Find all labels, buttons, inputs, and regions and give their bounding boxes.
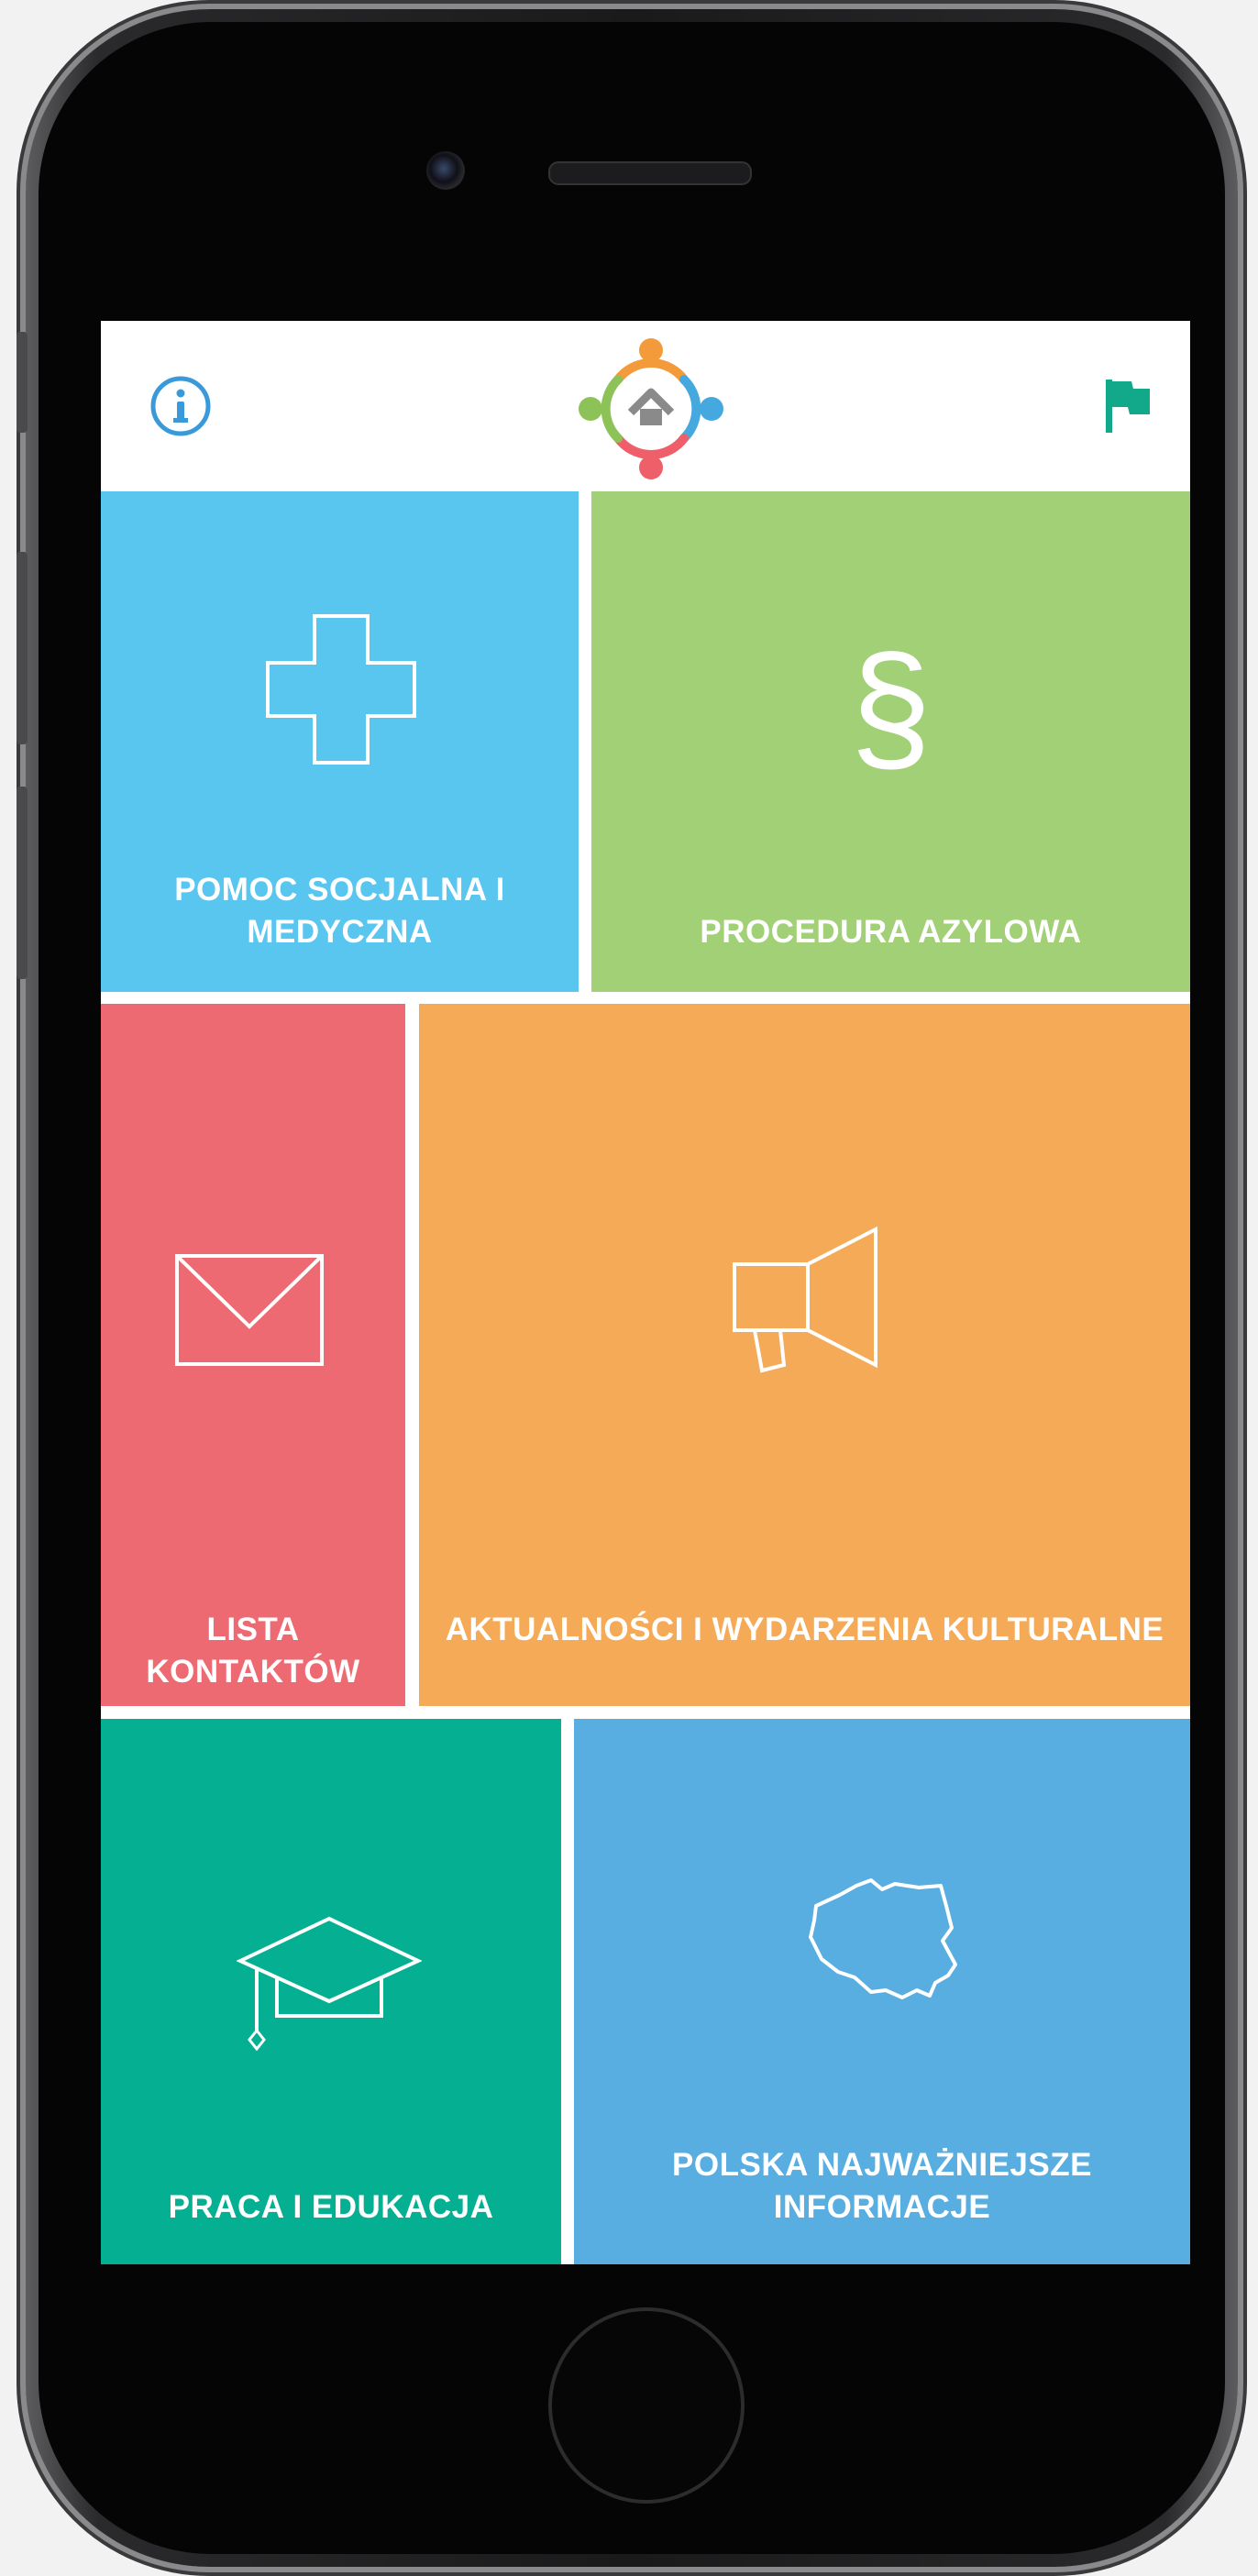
tile-label-asylum-procedure: PROCEDURA AZYLOWA — [700, 914, 1082, 950]
home-button[interactable] — [548, 2307, 745, 2504]
tile-label-work-education: PRACA I EDUKACJA — [168, 2189, 494, 2225]
tile-news-culture[interactable]: AKTUALNOŚCI I WYDARZENIA KULTURALNE — [419, 1004, 1190, 1706]
tile-label-poland-info: POLSKA NAJWAŻNIEJSZE INFORMACJE — [672, 2147, 1092, 2225]
app-header — [101, 321, 1190, 491]
refugee-home-logo-icon — [579, 338, 723, 479]
tile-label-social-medical: POMOC SOCJALNA I MEDYCZNA — [174, 872, 505, 950]
volume-up-button — [17, 552, 28, 744]
graduation-cap-icon — [237, 1916, 422, 2051]
tile-asylum-procedure[interactable]: § PROCEDURA AZYLOWA — [591, 491, 1190, 992]
tile-contact-list[interactable]: LISTA KONTAKTÓW — [101, 1004, 405, 1706]
app-screen: POMOC SOCJALNA I MEDYCZNA § PROCEDURA AZ… — [101, 321, 1190, 2264]
earpiece-speaker — [548, 161, 752, 185]
tile-label-news-culture: AKTUALNOŚCI I WYDARZENIA KULTURALNE — [445, 1612, 1164, 1647]
paragraph-icon: § — [850, 624, 932, 788]
tile-poland-info[interactable]: POLSKA NAJWAŻNIEJSZE INFORMACJE — [574, 1719, 1190, 2264]
tile-work-education[interactable]: PRACA I EDUKACJA — [101, 1719, 561, 2264]
info-icon[interactable] — [149, 374, 213, 438]
front-camera — [426, 151, 465, 190]
poland-map-icon — [809, 1878, 957, 1999]
envelope-icon — [175, 1254, 324, 1366]
tile-label-contact-list: LISTA KONTAKTÓW — [146, 1612, 360, 1690]
megaphone-icon — [733, 1226, 877, 1373]
medical-cross-icon — [266, 614, 416, 765]
volume-down-button — [17, 787, 28, 979]
mute-switch — [17, 332, 28, 433]
flag-icon[interactable] — [1102, 378, 1153, 435]
tile-social-medical[interactable]: POMOC SOCJALNA I MEDYCZNA — [101, 491, 579, 992]
